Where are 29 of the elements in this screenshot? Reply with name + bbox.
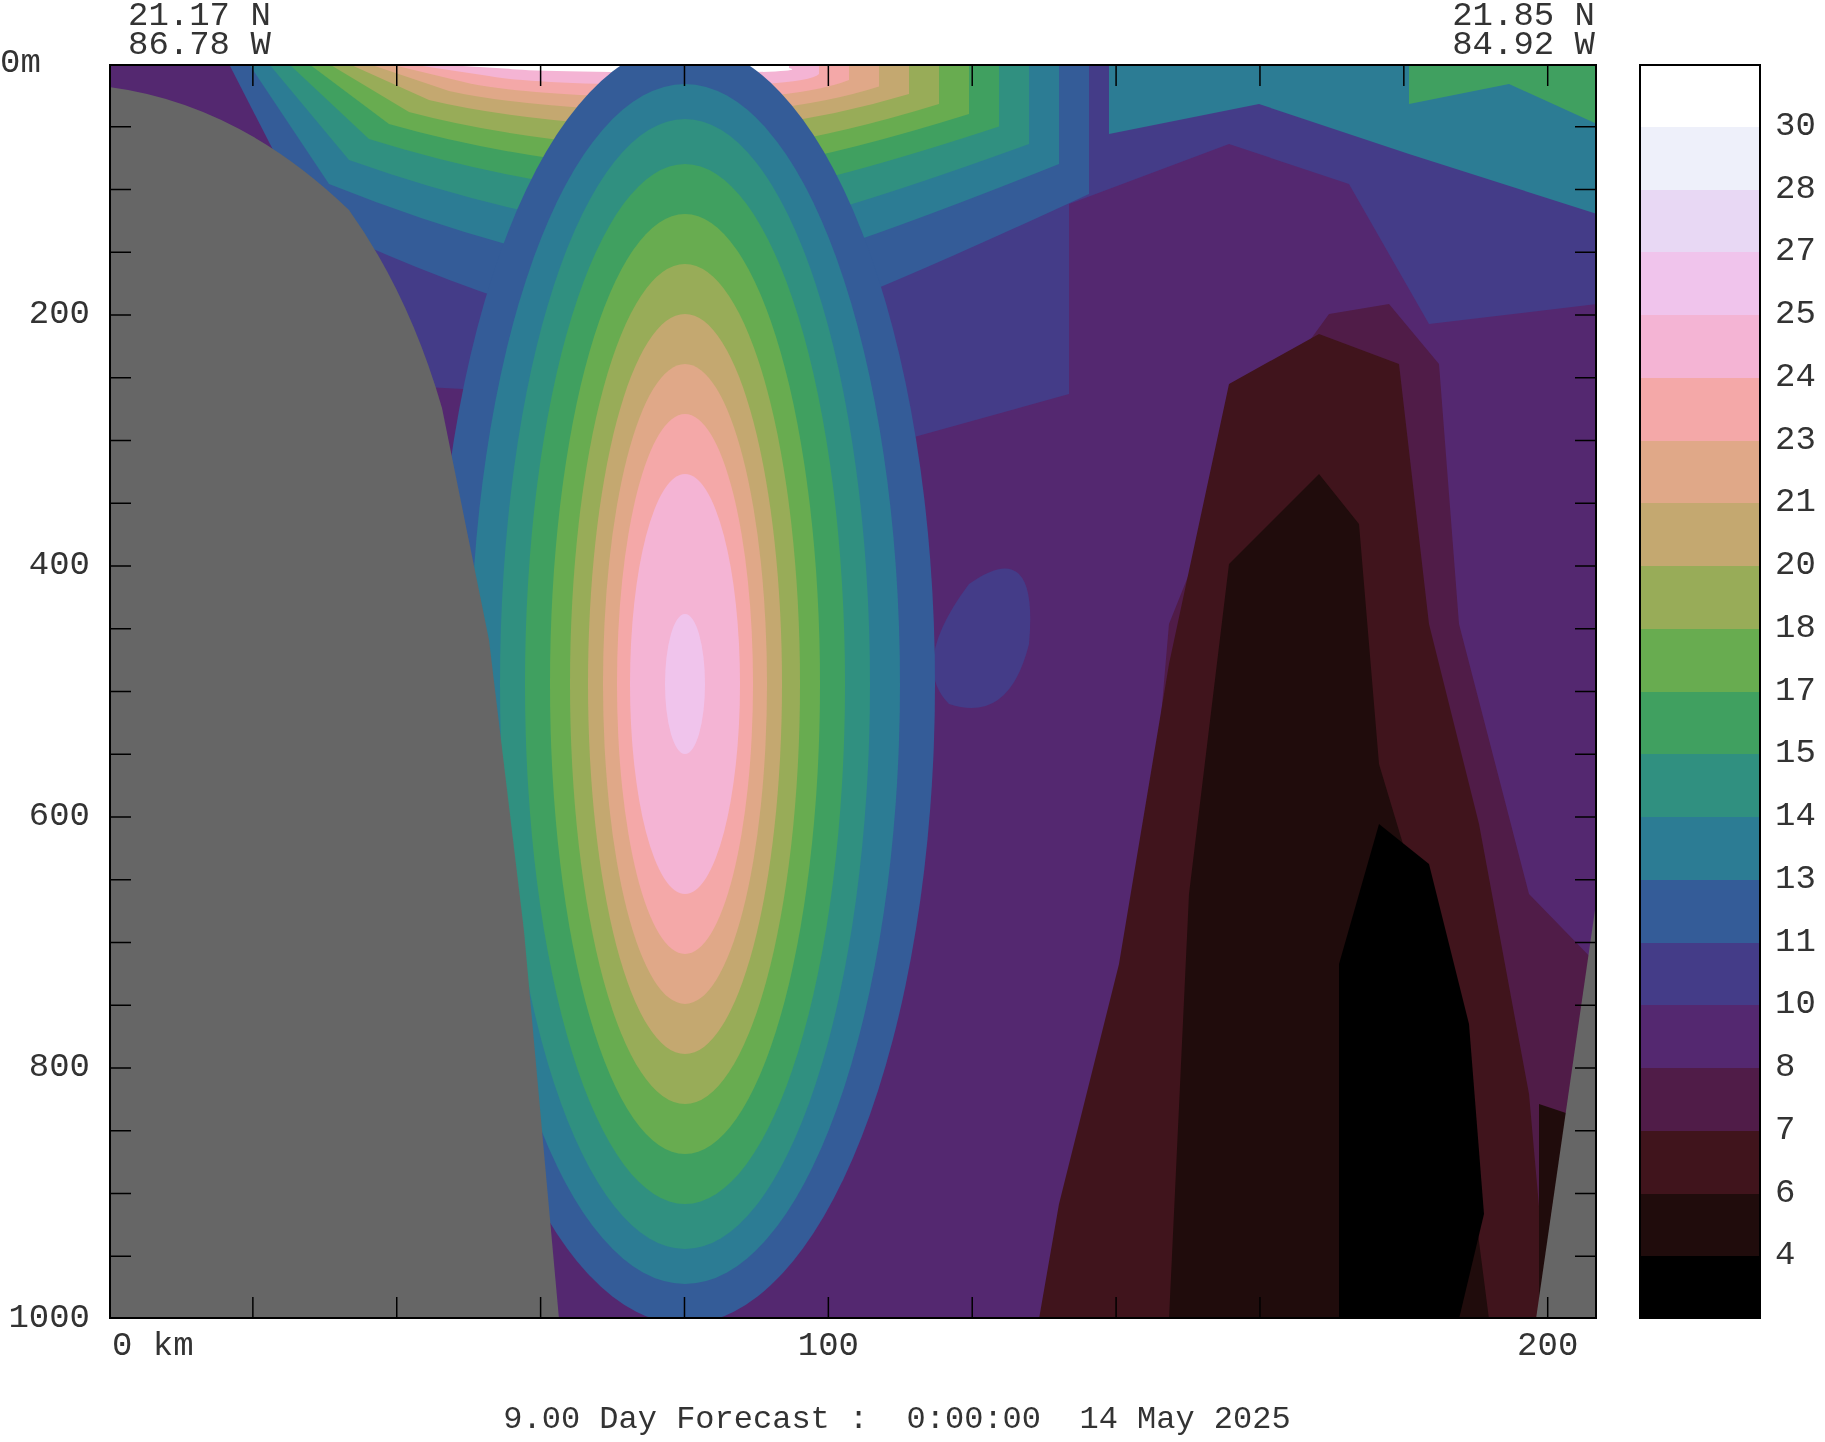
forecast-caption: 9.00 Day Forecast : 0:00:00 14 May 2025	[503, 1402, 1291, 1438]
scale-label: 24	[1775, 357, 1816, 396]
distance-label: 100	[797, 1327, 859, 1365]
scale-label: 11	[1775, 922, 1816, 961]
scale-label: 10	[1775, 985, 1816, 1024]
scale-label: 6	[1775, 1173, 1796, 1212]
distance-label: 200	[1517, 1327, 1579, 1365]
scale-label: 14	[1775, 797, 1816, 835]
scale-label: 4	[1775, 1236, 1796, 1275]
depth-label: 800	[28, 1048, 90, 1086]
scale-label: 7	[1775, 1110, 1796, 1149]
scale-label: 28	[1775, 169, 1816, 208]
scale-label: 20	[1775, 546, 1816, 584]
scale-label: 13	[1775, 859, 1816, 898]
depth-label: 600	[28, 797, 90, 835]
scale-label: 18	[1775, 608, 1816, 647]
scale-label: 25	[1775, 295, 1816, 333]
scale-label: 8	[1775, 1048, 1796, 1086]
scale-label: 23	[1775, 420, 1816, 459]
distance-label: 0 km	[112, 1327, 194, 1365]
depth-label: 200	[28, 295, 90, 333]
depth-label: 1000	[8, 1299, 90, 1337]
scale-label: 17	[1775, 671, 1816, 710]
scale-label: 27	[1775, 232, 1816, 271]
scale-label: 15	[1775, 734, 1816, 773]
depth-label: 400	[28, 546, 90, 584]
scale-label: 21	[1775, 483, 1816, 522]
scale-label: 30	[1775, 106, 1816, 145]
depth-label: 0m	[0, 44, 41, 82]
